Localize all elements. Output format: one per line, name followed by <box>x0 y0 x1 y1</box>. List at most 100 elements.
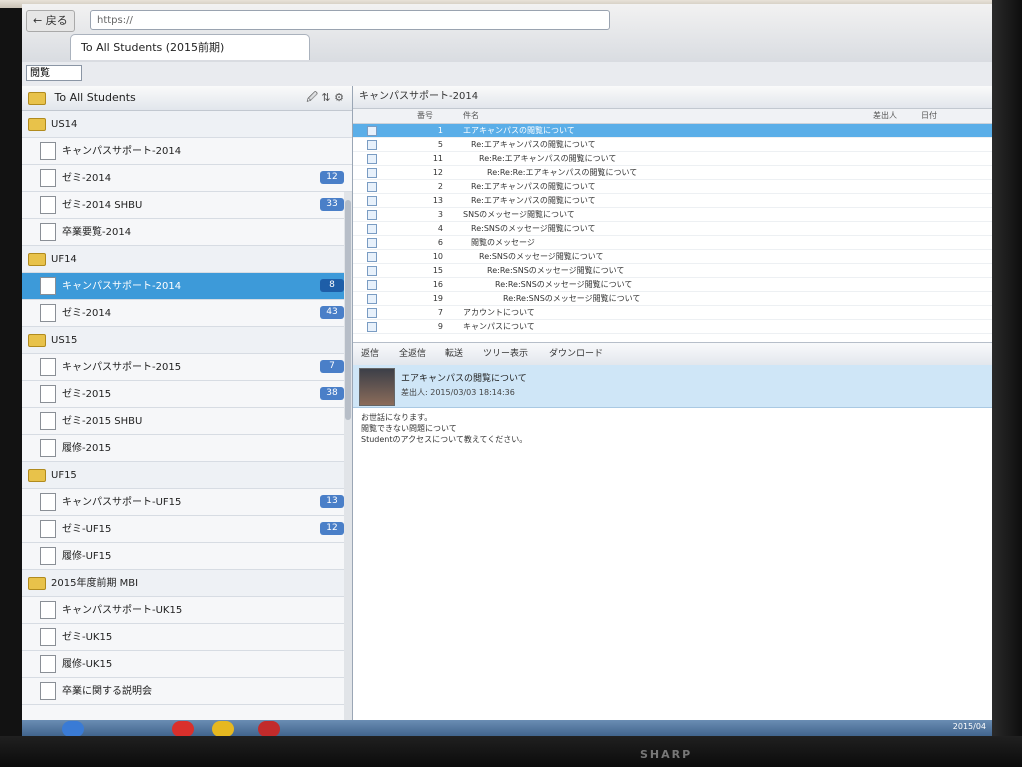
board-row[interactable]: 卒業要覧-2014 <box>22 219 352 246</box>
row-label: ゼミ-2014 <box>62 308 112 319</box>
thread-row[interactable]: 6 閲覧のメッセージ <box>353 236 992 250</box>
tree-view-button[interactable]: ツリー表示 <box>483 343 528 365</box>
thread-row[interactable]: 9 キャンパスについて <box>353 320 992 334</box>
thread-num: 10 <box>432 252 443 261</box>
message-line: Studentのアクセスについて教えてください。 <box>361 435 528 444</box>
thread-row[interactable]: 1 エアキャンパスの閲覧について <box>353 124 992 138</box>
folder-row[interactable]: US15 <box>22 327 352 354</box>
board-row[interactable]: ゼミ-2015 38 <box>22 381 352 408</box>
thread-num: 11 <box>432 154 443 163</box>
scrollbar-thumb[interactable] <box>345 200 351 420</box>
board-icon <box>40 223 56 241</box>
thread-row[interactable]: 3 SNSのメッセージ閲覧について <box>353 208 992 222</box>
folder-row[interactable]: US14 <box>22 111 352 138</box>
download-button[interactable]: ダウンロード <box>549 343 603 365</box>
row-label: US15 <box>51 335 78 346</box>
message-icon <box>367 266 377 276</box>
thread-row[interactable]: 19 Re:Re:SNSのメッセージ閲覧について <box>353 292 992 306</box>
message-icon <box>367 196 377 206</box>
row-label: ゼミ-2015 SHBU <box>62 416 143 427</box>
board-row[interactable]: キャンパスサポート-2015 7 <box>22 354 352 381</box>
board-icon <box>40 601 56 619</box>
start-button-icon[interactable] <box>62 721 84 737</box>
app-toolbar: 閲覧 <box>22 62 992 87</box>
thread-num: 13 <box>432 196 443 205</box>
thread-row[interactable]: 2 Re:エアキャンパスの閲覧について <box>353 180 992 194</box>
back-button[interactable]: ← 戻る <box>26 10 75 32</box>
thread-pane: キャンパスサポート-2014 番号 件名 差出人 日付 1 エアキャンパスの閲覧に… <box>353 86 992 738</box>
col-title[interactable]: 件名 <box>463 109 479 123</box>
folder-icon <box>28 91 46 105</box>
thread-row[interactable]: 12 Re:Re:Re:エアキャンパスの閲覧について <box>353 166 992 180</box>
thread-row[interactable]: 7 アカウントについて <box>353 306 992 320</box>
avatar <box>359 368 395 406</box>
message-toolbar: 返信 全返信 転送 ツリー表示 ダウンロード <box>353 342 992 366</box>
thread-row[interactable]: 11 Re:Re:エアキャンパスの閲覧について <box>353 152 992 166</box>
board-row[interactable]: キャンパスサポート-2014 8 <box>22 273 352 300</box>
message-icon <box>367 154 377 164</box>
board-row[interactable]: キャンパスサポート-2014 <box>22 138 352 165</box>
explorer-icon[interactable] <box>212 721 234 737</box>
thread-num: 1 <box>437 126 443 135</box>
board-row[interactable]: ゼミ-2014 43 <box>22 300 352 327</box>
folder-tree-tools-icon[interactable]: 🖉 ⇅ ⚙ <box>306 86 344 110</box>
browser-chrome: ← 戻る → https:// To All Students (2015前期) <box>22 4 992 63</box>
thread-num: 7 <box>437 308 443 317</box>
board-row[interactable]: ゼミ-2014 12 <box>22 165 352 192</box>
screen: ← 戻る → https:// To All Students (2015前期)… <box>22 4 992 738</box>
thread-title: SNSのメッセージ閲覧について <box>463 210 575 219</box>
view-dropdown[interactable]: 閲覧 <box>26 65 82 81</box>
folder-icon <box>28 333 46 347</box>
folder-icon <box>28 252 46 266</box>
thread-num: 9 <box>437 322 443 331</box>
monitor-bezel-bottom <box>0 736 1022 767</box>
thread-row[interactable]: 16 Re:Re:SNSのメッセージ閲覧について <box>353 278 992 292</box>
thread-title: エアキャンパスの閲覧について <box>463 126 575 135</box>
board-row[interactable]: 履修-UK15 <box>22 651 352 678</box>
browser-tab[interactable]: To All Students (2015前期) <box>70 34 310 60</box>
folder-row[interactable]: UF15 <box>22 462 352 489</box>
board-icon <box>40 142 56 160</box>
message-icon <box>367 210 377 220</box>
board-row[interactable]: キャンパスサポート-UK15 <box>22 597 352 624</box>
row-label: キャンパスサポート-2015 <box>62 362 182 373</box>
address-bar[interactable]: https:// <box>90 10 610 30</box>
message-line: お世話になります。 <box>361 413 433 422</box>
row-label: US14 <box>51 119 78 130</box>
thread-row[interactable]: 15 Re:Re:SNSのメッセージ閲覧について <box>353 264 992 278</box>
board-row[interactable]: 履修-2015 <box>22 435 352 462</box>
row-label: 履修-UF15 <box>62 551 112 562</box>
col-date[interactable]: 日付 <box>921 109 937 123</box>
thread-row[interactable]: 13 Re:エアキャンパスの閲覧について <box>353 194 992 208</box>
col-author[interactable]: 差出人 <box>873 109 897 123</box>
app-icon[interactable] <box>258 721 280 737</box>
folder-tree-scrollbar[interactable] <box>344 192 352 738</box>
message-icon <box>367 140 377 150</box>
col-num[interactable]: 番号 <box>417 109 433 123</box>
folder-row[interactable]: UF14 <box>22 246 352 273</box>
thread-title: Re:Re:SNSのメッセージ閲覧について <box>487 266 625 275</box>
reply-button[interactable]: 返信 <box>361 343 379 365</box>
board-row[interactable]: キャンパスサポート-UF15 13 <box>22 489 352 516</box>
reply-all-button[interactable]: 全返信 <box>399 343 426 365</box>
board-row[interactable]: 履修-UF15 <box>22 543 352 570</box>
unread-count-badge: 13 <box>320 495 344 508</box>
thread-row[interactable]: 10 Re:SNSのメッセージ閲覧について <box>353 250 992 264</box>
board-row[interactable]: ゼミ-2015 SHBU <box>22 408 352 435</box>
board-row[interactable]: 卒業に関する説明会 <box>22 678 352 705</box>
thread-num: 19 <box>432 294 443 303</box>
message-icon <box>367 280 377 290</box>
thread-row[interactable]: 5 Re:エアキャンパスの閲覧について <box>353 138 992 152</box>
chrome-icon[interactable] <box>172 721 194 737</box>
forward-message-button[interactable]: 転送 <box>445 343 463 365</box>
thread-row[interactable]: 4 Re:SNSのメッセージ閲覧について <box>353 222 992 236</box>
monitor-brand-logo: SHARP <box>640 748 693 761</box>
board-row[interactable]: ゼミ-2014 SHBU 33 <box>22 192 352 219</box>
board-row[interactable]: ゼミ-UK15 <box>22 624 352 651</box>
unread-count-badge: 7 <box>320 360 344 373</box>
board-row[interactable]: ゼミ-UF15 12 <box>22 516 352 543</box>
thread-title: Re:SNSのメッセージ閲覧について <box>479 252 604 261</box>
message-icon <box>367 238 377 248</box>
thread-title: Re:エアキャンパスの閲覧について <box>471 140 596 149</box>
folder-row[interactable]: 2015年度前期 MBI <box>22 570 352 597</box>
